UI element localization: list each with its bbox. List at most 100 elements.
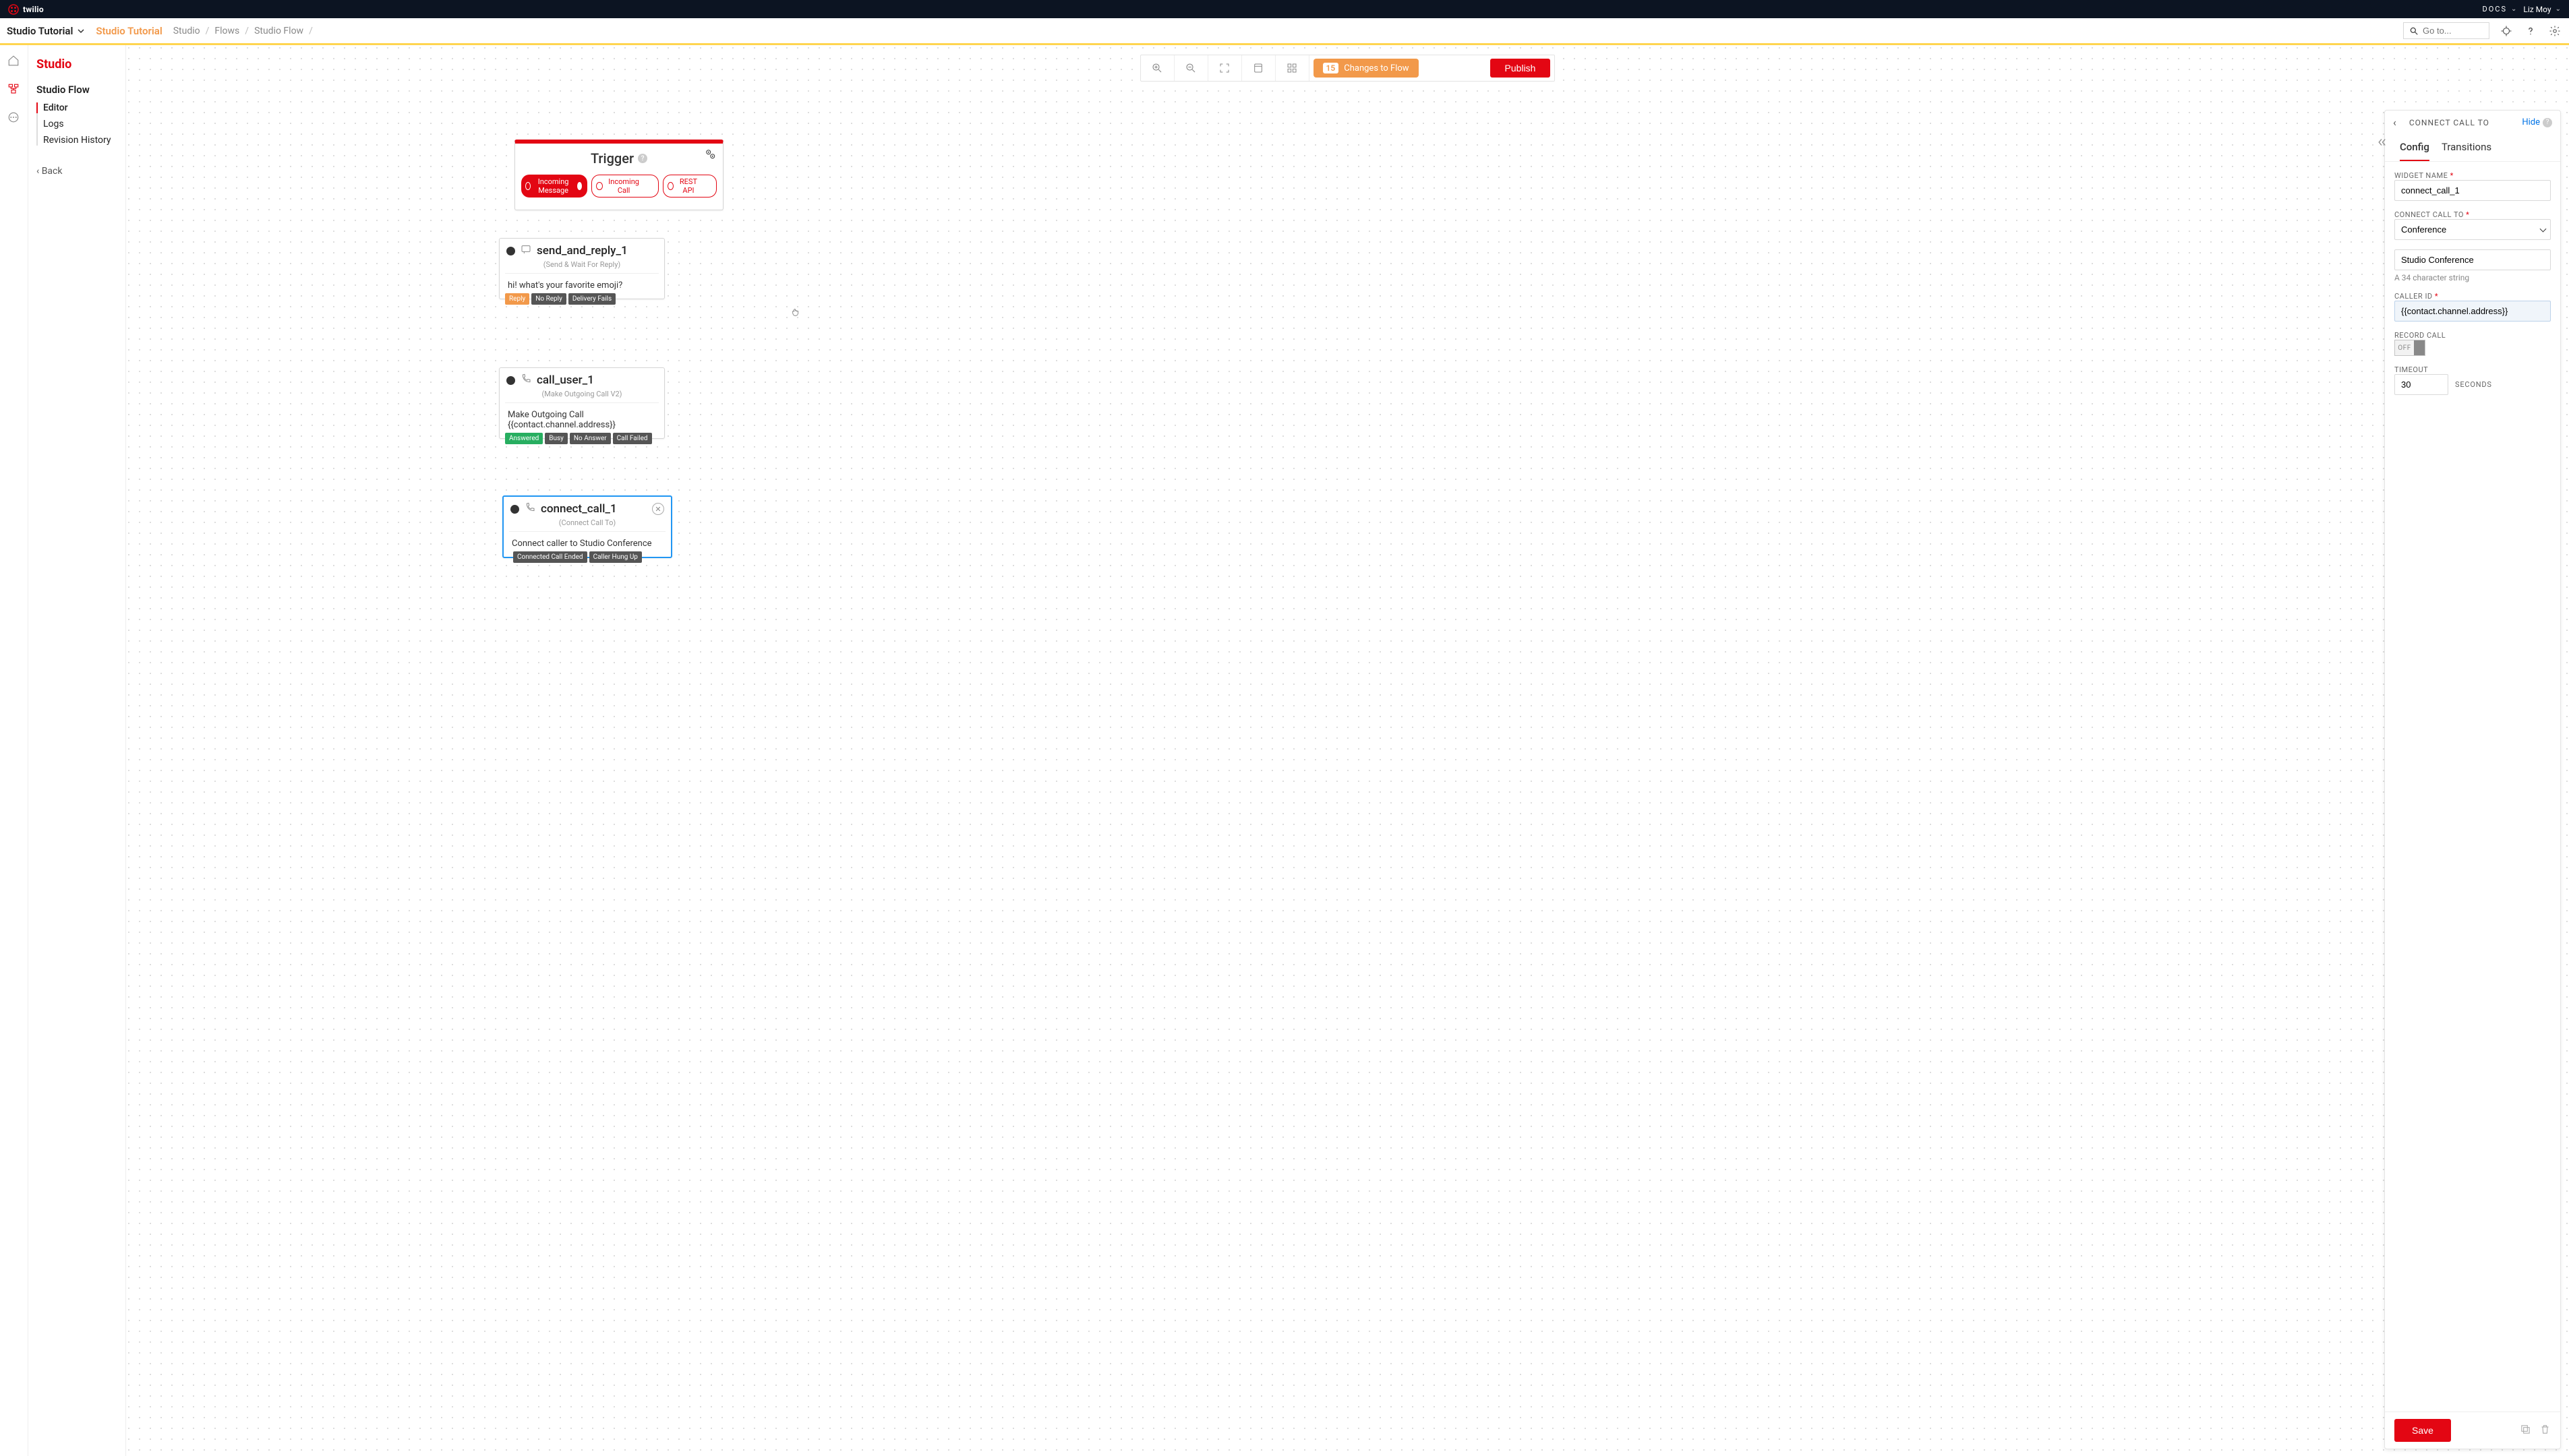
- project-title: Studio Tutorial: [7, 25, 73, 37]
- node-call-user[interactable]: call_user_1 (Make Outgoing Call V2) Make…: [499, 367, 665, 439]
- flow-canvas[interactable]: 15 Changes to Flow Publish: [126, 45, 2569, 1456]
- grid-button[interactable]: [1276, 55, 1309, 81]
- pill-label: Incoming Call: [607, 177, 641, 195]
- zoom-out-button[interactable]: [1175, 55, 1208, 81]
- pill-label: REST API: [678, 177, 699, 195]
- gear-icon[interactable]: [704, 148, 716, 162]
- close-icon[interactable]: ✕: [652, 503, 664, 515]
- tab-transitions[interactable]: Transitions: [2442, 137, 2491, 161]
- changes-badge[interactable]: 15 Changes to Flow: [1313, 59, 1419, 78]
- canvas-toolbar: 15 Changes to Flow Publish: [1140, 55, 1556, 82]
- tab-config[interactable]: Config: [2400, 137, 2429, 161]
- node-send-and-reply[interactable]: send_and_reply_1 (Send & Wait For Reply)…: [499, 238, 665, 299]
- tag-reply[interactable]: Reply: [505, 293, 529, 305]
- docs-menu[interactable]: DOCS ⌄: [2483, 5, 2518, 13]
- search-input[interactable]: [2423, 26, 2482, 36]
- tag-connected-ended[interactable]: Connected Call Ended: [513, 551, 587, 563]
- seconds-label: SECONDS: [2455, 380, 2492, 389]
- left-rail: [0, 45, 28, 1456]
- node-handle[interactable]: [506, 376, 515, 385]
- sidebar: Studio Studio Flow Editor Logs Revision …: [28, 45, 126, 1456]
- connect-to-select[interactable]: Conference: [2394, 219, 2551, 240]
- tag-noanswer[interactable]: No Answer: [570, 433, 611, 444]
- sidebar-item-editor[interactable]: Editor: [36, 102, 119, 113]
- timeout-input[interactable]: [2394, 374, 2448, 395]
- trigger-node[interactable]: Trigger ? Incoming Message? Incoming Cal…: [514, 140, 724, 210]
- conference-name-input[interactable]: [2394, 249, 2551, 270]
- crumb-flow[interactable]: Studio Flow: [254, 26, 303, 36]
- tag-busy[interactable]: Busy: [545, 433, 568, 444]
- save-button[interactable]: Save: [2394, 1419, 2451, 1442]
- collapse-panel-icon[interactable]: [2375, 136, 2388, 148]
- trigger-rest-api[interactable]: REST API?: [663, 175, 717, 198]
- trigger-incoming-call[interactable]: Incoming Call?: [591, 175, 659, 198]
- studio-icon[interactable]: [7, 83, 21, 96]
- search-box[interactable]: [2403, 22, 2489, 39]
- hide-button[interactable]: Hide ?: [2522, 117, 2552, 127]
- caller-id-input[interactable]: [2394, 301, 2551, 322]
- snap-button[interactable]: [1242, 55, 1276, 81]
- node-handle[interactable]: [506, 247, 515, 255]
- node-connect-call[interactable]: connect_call_1 ✕ (Connect Call To) Conne…: [502, 495, 672, 558]
- widget-name-label: WIDGET NAME *: [2394, 171, 2551, 180]
- record-call-label: RECORD CALL: [2394, 331, 2551, 340]
- crumb-sep: /: [245, 26, 249, 36]
- gear-icon[interactable]: [2547, 24, 2562, 38]
- node-subtitle: (Connect Call To): [504, 518, 671, 527]
- sidebar-list: Editor Logs Revision History: [36, 102, 119, 146]
- trash-icon[interactable]: [2539, 1424, 2551, 1438]
- chevron-down-icon: ⌄: [2511, 5, 2518, 13]
- grab-cursor-icon: [791, 307, 802, 317]
- node-title: call_user_1: [537, 373, 594, 387]
- more-icon[interactable]: [7, 111, 21, 125]
- twilio-logo[interactable]: twilio: [8, 4, 44, 15]
- project-switcher[interactable]: Studio Tutorial: [7, 25, 85, 37]
- pill-label: Incoming Message: [535, 177, 572, 195]
- tag-answered[interactable]: Answered: [505, 433, 543, 444]
- user-menu[interactable]: Liz Moy ⌄: [2523, 5, 2561, 14]
- back-icon[interactable]: ‹: [2393, 116, 2397, 129]
- trigger-pill-row: Incoming Message? Incoming Call? REST AP…: [522, 175, 716, 198]
- help-icon[interactable]: ?: [638, 154, 647, 163]
- sidebar-item-logs[interactable]: Logs: [43, 119, 119, 129]
- phone-icon: [521, 373, 531, 387]
- conference-hint: A 34 character string: [2394, 273, 2551, 282]
- sidebar-item-revisions[interactable]: Revision History: [43, 135, 119, 146]
- zoom-in-button[interactable]: [1141, 55, 1175, 81]
- sidebar-title: Studio: [36, 57, 119, 71]
- help-icon[interactable]: [2523, 24, 2538, 38]
- tag-callfailed[interactable]: Call Failed: [613, 433, 652, 444]
- trigger-incoming-message[interactable]: Incoming Message?: [521, 175, 587, 198]
- crumb-studio[interactable]: Studio: [173, 26, 200, 36]
- brand-area: twilio: [8, 4, 44, 15]
- publish-button[interactable]: Publish: [1490, 59, 1551, 78]
- node-title: connect_call_1: [541, 502, 617, 516]
- record-toggle[interactable]: OFF: [2394, 340, 2425, 356]
- app-bar-left: Studio Tutorial Studio Tutorial Studio/ …: [7, 25, 313, 37]
- panel-body: WIDGET NAME * CONNECT CALL TO * Conferen…: [2385, 162, 2560, 1412]
- debug-icon[interactable]: [2499, 24, 2514, 38]
- node-handle[interactable]: [510, 505, 519, 514]
- widget-name-input[interactable]: [2394, 180, 2551, 201]
- tag-noreply[interactable]: No Reply: [531, 293, 566, 305]
- node-tag-row: Reply No Reply Delivery Fails: [505, 293, 616, 305]
- crumb-sep: /: [309, 26, 313, 36]
- changes-label: Changes to Flow: [1344, 63, 1409, 73]
- chevron-down-icon: [77, 27, 85, 35]
- chevron-down-icon: ⌄: [2556, 5, 2561, 13]
- help-icon[interactable]: ?: [2543, 118, 2552, 127]
- tag-caller-hung-up[interactable]: Caller Hung Up: [589, 551, 642, 563]
- logo-icon: [8, 4, 19, 15]
- home-icon[interactable]: [7, 55, 21, 68]
- sidebar-section[interactable]: Studio Flow: [36, 84, 119, 96]
- hide-label: Hide: [2522, 117, 2540, 127]
- fit-button[interactable]: [1208, 55, 1242, 81]
- connect-to-label: CONNECT CALL TO *: [2394, 210, 2551, 219]
- node-title: send_and_reply_1: [537, 244, 628, 257]
- crumb-flows[interactable]: Flows: [214, 26, 239, 36]
- tag-deliveryfails[interactable]: Delivery Fails: [568, 293, 616, 305]
- sidebar-back[interactable]: ‹ Back: [36, 166, 119, 177]
- panel-header: ‹ CONNECT CALL TO Hide ?: [2385, 111, 2560, 134]
- duplicate-icon[interactable]: [2520, 1424, 2531, 1438]
- timeout-label: TIMEOUT: [2394, 365, 2551, 374]
